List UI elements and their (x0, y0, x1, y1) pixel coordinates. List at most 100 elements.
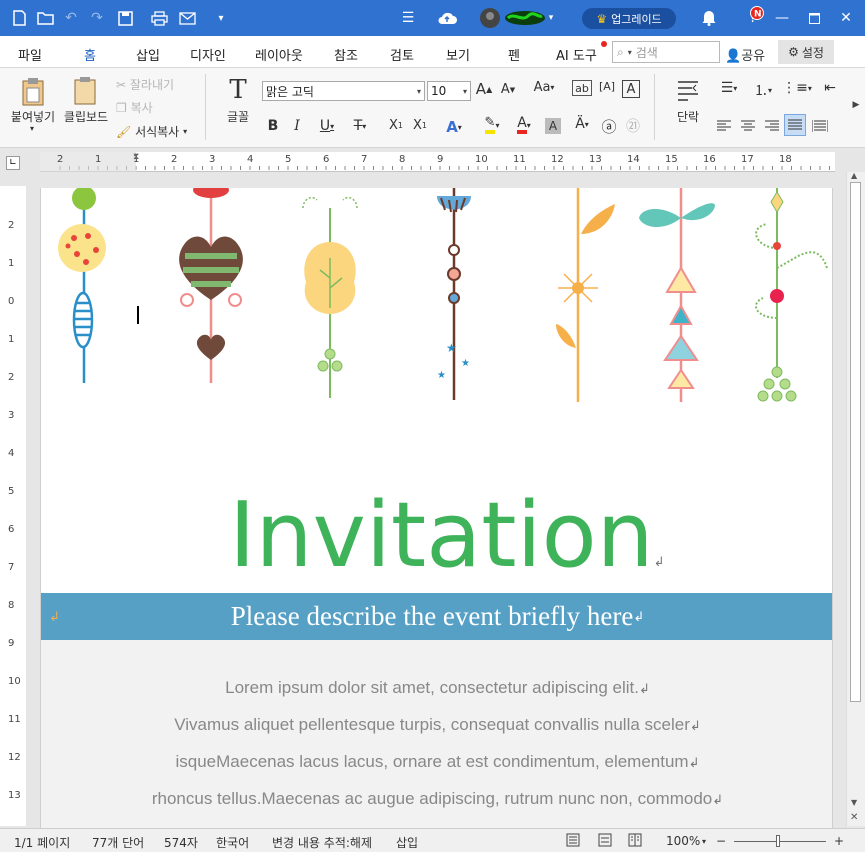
tab-design[interactable]: 디자인 (190, 45, 226, 64)
format-painter-dropdown-icon[interactable]: ▾ (183, 127, 187, 136)
account-name-icon[interactable] (503, 8, 547, 28)
menu-lines-icon[interactable]: ☰ (398, 8, 418, 28)
font-group-button[interactable]: 글꼴 (224, 108, 252, 125)
account-dropdown-icon[interactable]: ▾ (546, 8, 556, 28)
subtitle-band[interactable]: ↲ Please describe the event briefly here… (41, 593, 832, 640)
tab-layout[interactable]: 레이아웃 (255, 45, 303, 64)
settings-button[interactable]: ⚙ 설정 (778, 40, 834, 64)
tab-home[interactable]: 홈 (78, 45, 102, 72)
language-status[interactable]: 한국어 (216, 834, 249, 851)
subscript-icon[interactable]: X1 (386, 118, 406, 133)
paste-dropdown-icon[interactable]: ▾ (26, 124, 38, 133)
invitation-title[interactable]: Invitation↲ (229, 483, 665, 588)
redo-icon[interactable]: ↷ (88, 8, 106, 28)
track-changes-status[interactable]: 변경 내용 추적:해제 (272, 834, 372, 851)
decrease-indent-icon[interactable]: ⇤ (820, 80, 840, 96)
body-line[interactable]: Lorem ipsum dolor sit amet, consectetur … (41, 678, 832, 698)
phonetic-guide-icon[interactable]: [A] (598, 80, 616, 93)
enclosed-char-icon[interactable]: ⓐ (600, 116, 618, 137)
zoom-in-icon[interactable]: + (834, 834, 844, 848)
reading-mode-icon[interactable] (628, 833, 642, 850)
tab-file[interactable]: 파일 (18, 45, 42, 64)
mail-icon[interactable] (176, 8, 198, 28)
word-count[interactable]: 77개 단어 (92, 834, 144, 851)
font-color-icon[interactable]: A ▾ (510, 116, 538, 134)
help-icon[interactable]: ?N (742, 6, 764, 28)
minimize-icon[interactable]: — (772, 8, 792, 28)
distribute-icon[interactable] (810, 116, 830, 136)
customize-toolbar-icon[interactable]: ▾ (214, 8, 228, 28)
paste-icon[interactable] (14, 74, 52, 110)
zoom-level[interactable]: 100% (666, 834, 700, 848)
scroll-up-icon[interactable]: ▲ (851, 171, 857, 180)
undo-icon[interactable]: ↶ (62, 8, 80, 28)
format-painter-button[interactable]: 🖌 서식복사 ▾ (116, 123, 187, 140)
italic-icon[interactable]: I (290, 118, 304, 134)
vertical-scrollbar[interactable]: ▲ ▼ ✕ (846, 171, 865, 826)
horizontal-ruler[interactable]: 2 1 1 2 3 4 5 6 7 8 9 10 11 12 13 14 15 16 17 18 ⧗ (40, 152, 835, 172)
zoom-out-icon[interactable]: − (716, 834, 726, 848)
scroll-page-icon[interactable]: ✕ (850, 812, 858, 823)
clipboard-button[interactable]: 클립보드 (62, 108, 110, 125)
change-case-icon[interactable]: Aa ▾ (530, 80, 558, 95)
enclosed-number-icon[interactable]: ㉑ (624, 116, 642, 136)
bell-icon[interactable] (700, 8, 718, 28)
tab-references[interactable]: 참조 (334, 45, 358, 64)
paste-button[interactable]: 붙여넣기 (8, 108, 58, 125)
body-line[interactable]: Vivamus aliquet pellentesque turpis, con… (41, 715, 832, 735)
cloud-upload-icon[interactable] (436, 8, 458, 28)
maximize-icon[interactable] (804, 8, 824, 28)
body-line[interactable]: rhoncus tellus.Maecenas ac augue adipisc… (41, 789, 832, 809)
character-border-icon[interactable]: A (622, 80, 640, 98)
justify-icon[interactable] (784, 114, 806, 136)
zoom-dropdown-icon[interactable]: ▾ (702, 837, 706, 846)
indent-marker-icon[interactable]: ⧗ (133, 152, 139, 162)
zoom-slider[interactable] (734, 841, 826, 842)
print-layout-icon[interactable] (566, 833, 580, 850)
shrink-font-icon[interactable]: A ▼ (500, 82, 516, 97)
clipboard-icon[interactable] (70, 74, 100, 108)
copy-button[interactable]: ❐ 복사 (116, 99, 153, 116)
new-document-icon[interactable] (10, 8, 28, 28)
scrollbar-thumb[interactable] (850, 182, 861, 702)
tab-selector-icon[interactable]: ∟ (6, 156, 20, 170)
zoom-slider-handle[interactable] (776, 835, 780, 847)
char-count[interactable]: 574자 (164, 834, 198, 851)
print-icon[interactable] (150, 8, 168, 28)
close-icon[interactable]: ✕ (836, 8, 856, 28)
vertical-ruler[interactable]: 2 1 0 1 2 3 4 5 6 7 8 9 10 11 12 13 (0, 186, 26, 826)
align-center-icon[interactable] (738, 116, 758, 136)
web-layout-icon[interactable] (598, 833, 612, 850)
ribbon-scroll-right-icon[interactable]: ▶ (850, 100, 862, 110)
strikethrough-icon[interactable]: T ▾ (346, 118, 374, 134)
bullets-icon[interactable]: ☰ ▾ (714, 80, 744, 96)
tab-view[interactable]: 보기 (446, 45, 470, 64)
tab-pen[interactable]: 펜 (508, 45, 520, 64)
scroll-down-icon[interactable]: ▼ (851, 798, 857, 807)
text-effects-icon[interactable]: A ▾ (444, 118, 464, 136)
tab-insert[interactable]: 삽입 (136, 45, 160, 64)
align-right-icon[interactable] (762, 116, 782, 136)
multilevel-list-icon[interactable]: ⋮≡ ▾ (782, 80, 812, 96)
highlight-color-icon[interactable]: ✎ ▾ (478, 116, 506, 134)
paragraph-group-button[interactable]: 단락 (674, 108, 702, 125)
numbering-icon[interactable]: ⒈ ▾ (748, 80, 778, 100)
char-spacing-icon[interactable]: Ä ▾ (568, 116, 596, 132)
char-shading-icon[interactable]: A (545, 118, 561, 134)
paragraph-dialog-icon[interactable] (674, 76, 702, 104)
font-size-select[interactable]: 10 ▾ (427, 81, 471, 101)
superscript-icon[interactable]: X1 (410, 118, 430, 133)
save-icon[interactable] (114, 8, 136, 28)
font-name-select[interactable]: 맑은 고딕 ▾ (262, 81, 425, 101)
insert-mode-status[interactable]: 삽입 (396, 834, 418, 851)
body-line[interactable]: isqueMaecenas lacus lacus, ornare at est… (41, 752, 832, 772)
search-dropdown-icon[interactable]: ▾ (628, 48, 632, 57)
upgrade-button[interactable]: ♛ 업그레이드 (582, 8, 676, 29)
cut-button[interactable]: ✂ 잘라내기 (116, 76, 174, 93)
grow-font-icon[interactable]: A ▲ (476, 80, 492, 98)
avatar[interactable] (478, 8, 502, 28)
clear-format-icon[interactable]: ab (572, 80, 592, 96)
page-count[interactable]: 1/1 페이지 (14, 834, 70, 851)
share-button[interactable]: 👤공유 (725, 45, 765, 64)
document-page[interactable]: ★ ★ ★ Invitation↲ ↲ Please describe the ev… (40, 188, 833, 828)
